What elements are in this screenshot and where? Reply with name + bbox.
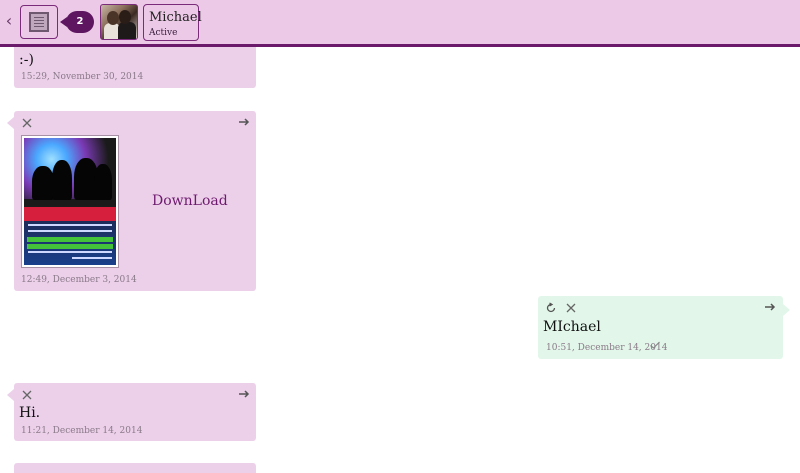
checkmark-icon xyxy=(649,339,661,351)
notepad-icon xyxy=(29,12,49,32)
close-icon[interactable] xyxy=(21,117,33,129)
message-bubble: Hi. 11:21, December 14, 2014 xyxy=(7,383,256,441)
download-link[interactable]: DownLoad xyxy=(152,193,228,209)
album-cover-image xyxy=(24,138,116,265)
menu-button[interactable] xyxy=(20,5,58,39)
close-icon[interactable] xyxy=(21,389,33,401)
close-icon[interactable] xyxy=(565,302,577,314)
avatar[interactable] xyxy=(100,4,138,40)
message-text: MIchael xyxy=(543,319,601,335)
file-thumbnail[interactable] xyxy=(21,135,119,268)
message-timestamp: 12:49, December 3, 2014 xyxy=(21,275,137,285)
message-bubble xyxy=(14,463,256,473)
contact-name: Michael xyxy=(149,10,202,25)
message-timestamp: 15:29, November 30, 2014 xyxy=(21,72,144,82)
message-bubble: DownLoad 12:49, December 3, 2014 xyxy=(7,111,256,291)
resend-icon[interactable] xyxy=(545,302,557,314)
message-bubble: MIchael 10:51, December 14, 2014 xyxy=(538,296,790,359)
message-bubble: :-) 15:29, November 30, 2014 xyxy=(14,47,256,88)
chevron-left-icon[interactable]: ‹ xyxy=(2,12,16,30)
message-text: Hi. xyxy=(19,405,41,421)
forward-icon[interactable] xyxy=(764,301,776,313)
contact-status: Active xyxy=(149,28,178,38)
message-timestamp: 11:21, December 14, 2014 xyxy=(21,426,143,436)
unread-badge: 2 xyxy=(60,11,94,33)
forward-icon[interactable] xyxy=(238,388,250,400)
contact-info-button[interactable]: Michael Active xyxy=(143,4,202,41)
forward-icon[interactable] xyxy=(238,116,250,128)
message-text: :-) xyxy=(19,52,34,68)
chat-header: ‹ 2 Michael Active xyxy=(0,0,800,47)
